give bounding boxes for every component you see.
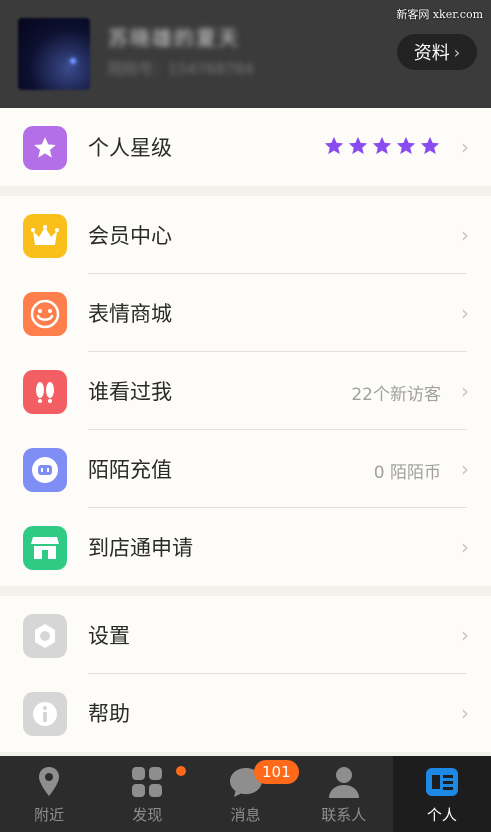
smiley-icon: [23, 292, 67, 336]
gear-icon: [23, 614, 67, 658]
profile-details-button[interactable]: 资料 ›: [397, 34, 477, 70]
profile-header[interactable]: 新客网 xker.com 苏晓雄的夏天 陌陌号：154768784 资料 ›: [0, 0, 491, 108]
profile-details-label: 资料: [413, 43, 450, 64]
menu-item-recharge[interactable]: 陌陌充值 0 陌陌币 ›: [0, 430, 491, 508]
coin-balance: 0 陌陌币: [373, 463, 441, 483]
menu-item-label: 到店通申请: [88, 536, 193, 560]
menu-group-settings: 设置 › 帮助 ›: [0, 596, 491, 752]
rating-stars: [323, 135, 441, 157]
location-pin-icon: [39, 767, 60, 796]
visitor-count: 22个新访客: [351, 385, 441, 405]
rating-star-icon: [396, 136, 416, 155]
crown-icon: [23, 214, 67, 258]
menu-item-label: 表情商城: [88, 302, 172, 326]
chevron-right-icon: ›: [461, 135, 469, 159]
chevron-right-icon: ›: [461, 623, 469, 647]
tab-label: 消息: [230, 806, 261, 824]
tab-nearby[interactable]: 附近: [0, 756, 98, 832]
menu-item-vip-center[interactable]: 会员中心 ›: [0, 196, 491, 274]
avatar[interactable]: [18, 18, 90, 90]
tab-contacts[interactable]: 联系人: [295, 756, 393, 832]
chevron-right-icon: ›: [461, 535, 469, 559]
coin-icon: [23, 448, 67, 492]
rating-star-icon: [420, 136, 440, 155]
menu-group-main: 会员中心 › 表情商城 › 谁看过我 22个新访客 › 陌陌充值 0 陌陌币 ›…: [0, 196, 491, 586]
discover-notification-dot: [176, 766, 186, 776]
tab-label: 附近: [34, 806, 65, 824]
menu-item-store-apply[interactable]: 到店通申请 ›: [0, 508, 491, 586]
chevron-right-icon: ›: [453, 42, 461, 62]
chevron-right-icon: ›: [461, 223, 469, 247]
grid-icon: [132, 767, 163, 797]
message-count-badge: 101: [254, 760, 299, 784]
chevron-right-icon: ›: [461, 301, 469, 325]
menu-item-visitors[interactable]: 谁看过我 22个新访客 ›: [0, 352, 491, 430]
chevron-right-icon: ›: [461, 457, 469, 481]
rating-section: 个人星级 ›: [0, 108, 491, 186]
menu-item-label: 谁看过我: [88, 380, 172, 404]
rating-star-icon: [372, 136, 392, 155]
tab-label: 个人: [426, 806, 457, 824]
watermark: 新客网 xker.com: [396, 8, 483, 21]
user-name: 苏晓雄的夏天: [108, 26, 240, 50]
menu-item-emoji-store[interactable]: 表情商城 ›: [0, 274, 491, 352]
tab-label: 发现: [132, 806, 163, 824]
menu-item-label: 陌陌充值: [88, 458, 172, 482]
star-icon: [23, 126, 67, 170]
store-icon: [23, 526, 67, 570]
tab-profile[interactable]: 个人: [392, 756, 491, 832]
menu-item-label: 帮助: [88, 702, 130, 726]
menu-item-label: 设置: [88, 624, 130, 648]
menu-item-label: 会员中心: [88, 224, 172, 248]
menu-item-help[interactable]: 帮助 ›: [0, 674, 491, 752]
rating-star-icon: [324, 136, 344, 155]
tab-label: 联系人: [321, 806, 367, 824]
rating-label: 个人星级: [88, 136, 172, 160]
rating-row[interactable]: 个人星级 ›: [0, 108, 491, 186]
chevron-right-icon: ›: [461, 379, 469, 403]
profile-card-icon: [425, 768, 458, 796]
info-icon: [23, 692, 67, 736]
chevron-right-icon: ›: [461, 701, 469, 725]
bottom-tab-bar: 附近 发现 消息 联系人 个人 101: [0, 756, 491, 832]
footprints-icon: [23, 370, 67, 414]
menu-item-settings[interactable]: 设置 ›: [0, 596, 491, 674]
contact-person-icon: [328, 767, 359, 798]
user-id: 陌陌号：154768784: [108, 60, 254, 78]
rating-star-icon: [348, 136, 368, 155]
